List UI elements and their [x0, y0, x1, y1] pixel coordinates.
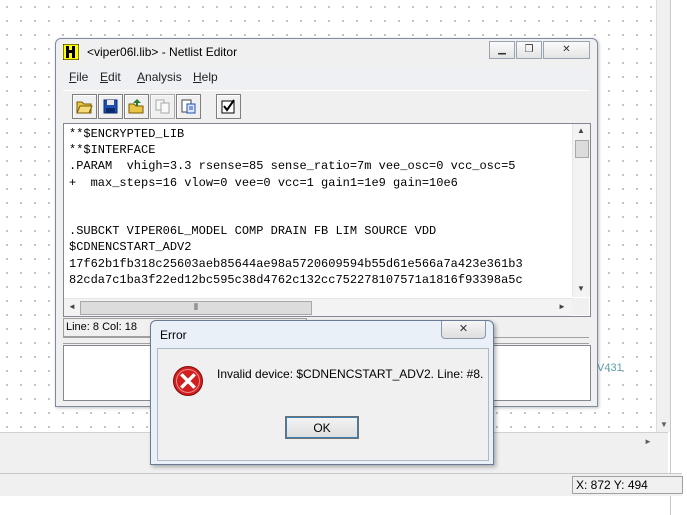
scroll-down-icon[interactable]: ▼	[577, 284, 585, 293]
scroll-right-icon[interactable]: ►	[644, 437, 652, 446]
editor-title: <viper06l.lib> - Netlist Editor	[87, 45, 238, 59]
copy-button[interactable]	[150, 94, 175, 119]
save-disk-icon	[103, 99, 118, 114]
error-dialog: Error ✕ Invalid device: $CDNENCSTART_ADV…	[150, 320, 494, 465]
netlist-code[interactable]: **$ENCRYPTED_LIB **$INTERFACE .PARAM vhigh…	[69, 126, 564, 296]
import-icon	[181, 99, 196, 114]
scroll-down-icon[interactable]: ▼	[657, 418, 671, 432]
cursor-coordinates: X: 872 Y: 494	[572, 476, 683, 494]
window-right-edge	[670, 0, 687, 515]
code-hscroll-thumb[interactable]: ⦀	[80, 301, 312, 315]
dialog-close-button[interactable]: ✕	[441, 321, 486, 339]
minimize-button[interactable]: ▁	[489, 41, 515, 59]
code-line[interactable]: .PARAM vhigh=3.3 rsense=85 sense_ratio=7…	[69, 158, 564, 174]
code-line[interactable]: $CDNENCSTART_ADV2	[69, 239, 564, 255]
toolbar	[63, 90, 590, 121]
error-message: Invalid device: $CDNENCSTART_ADV2. Line:…	[217, 367, 484, 381]
code-line[interactable]: 17f62b1fb318c25603aeb85644ae98a572060959…	[69, 256, 564, 272]
code-line[interactable]: **$INTERFACE	[69, 142, 564, 158]
code-vertical-scrollbar[interactable]: ▲ ▼	[572, 124, 590, 297]
check-icon	[221, 99, 235, 114]
code-line[interactable]	[69, 191, 564, 207]
code-horizontal-scrollbar[interactable]: ◄ ⦀ ►	[64, 298, 572, 316]
dialog-title: Error	[160, 328, 187, 342]
close-window-button[interactable]: ✕	[543, 41, 590, 59]
scroll-left-icon[interactable]: ◄	[68, 302, 76, 311]
error-icon	[173, 366, 203, 396]
netlist-text-editor[interactable]: **$ENCRYPTED_LIB **$INTERFACE .PARAM vhigh…	[63, 123, 591, 317]
open-project-button[interactable]	[124, 94, 149, 119]
maximize-button[interactable]: ❐	[516, 41, 542, 59]
code-line[interactable]	[69, 207, 564, 223]
menu-help[interactable]: Help	[193, 70, 218, 84]
menu-file[interactable]: File	[69, 70, 88, 84]
dialog-body: Invalid device: $CDNENCSTART_ADV2. Line:…	[157, 348, 489, 461]
code-line[interactable]: + max_steps=16 vlow=0 vee=0 vcc=1 gain1=…	[69, 175, 564, 191]
open-folder-icon	[76, 101, 93, 114]
code-line[interactable]: **$ENCRYPTED_LIB	[69, 126, 564, 142]
code-vscroll-thumb[interactable]	[575, 140, 589, 158]
code-line[interactable]: 82cda7c1ba3f22ed12bc595c38d4762c132cc752…	[69, 272, 564, 288]
main-status-bar: X: 872 Y: 494	[0, 473, 683, 496]
import-button[interactable]	[176, 94, 201, 119]
code-line[interactable]: .SUBCKT VIPER06L_MODEL COMP DRAIN FB LIM…	[69, 223, 564, 239]
menu-edit[interactable]: Edit	[100, 70, 121, 84]
ok-button[interactable]: OK	[285, 416, 359, 439]
scroll-right-icon[interactable]: ►	[558, 302, 566, 311]
scroll-up-icon[interactable]: ▲	[577, 126, 585, 135]
check-netlist-button[interactable]	[216, 94, 241, 119]
menu-bar: File Edit Analysis Help	[63, 67, 590, 88]
open-button[interactable]	[72, 94, 97, 119]
save-button[interactable]	[98, 94, 123, 119]
copy-pages-icon	[155, 99, 170, 114]
menu-analysis[interactable]: Analysis	[137, 70, 182, 84]
open-project-icon	[128, 99, 144, 114]
netlist-app-icon	[63, 44, 79, 60]
schematic-part-label: V431	[597, 362, 623, 374]
editor-titlebar[interactable]: <viper06l.lib> - Netlist Editor ▁ ❐ ✕	[56, 39, 597, 66]
canvas-vertical-scrollbar[interactable]: ▼	[656, 0, 671, 432]
scroll-corner	[572, 298, 589, 315]
